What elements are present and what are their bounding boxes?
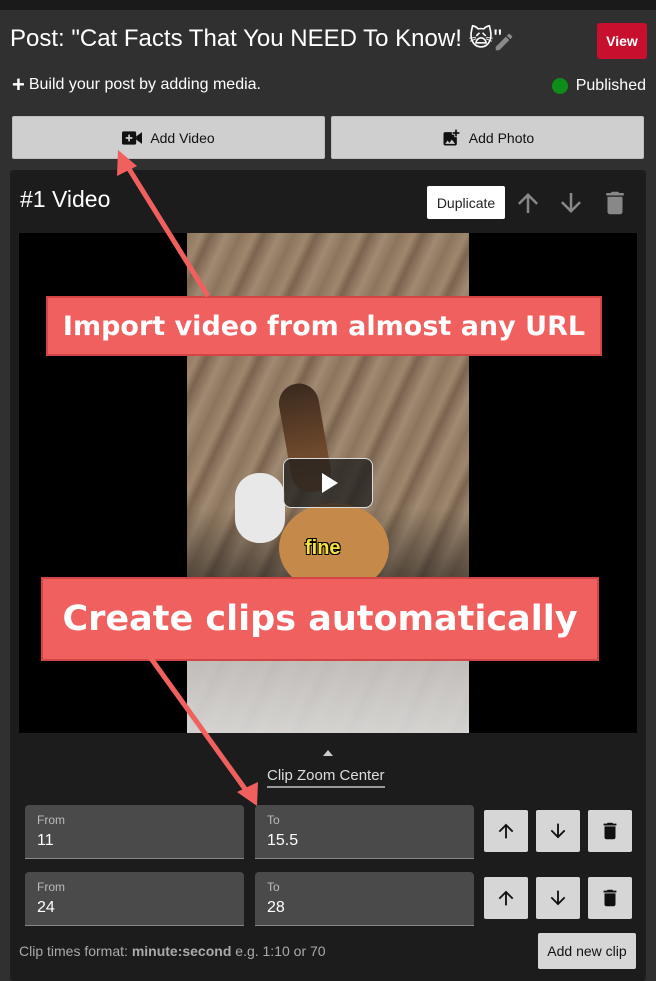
arrow-down-icon	[550, 890, 566, 906]
clip-from-field[interactable]: From 11	[25, 805, 244, 859]
pencil-icon[interactable]	[493, 31, 515, 53]
play-button[interactable]	[283, 458, 373, 508]
trash-icon	[603, 822, 617, 840]
clip-from-value: 24	[37, 899, 55, 916]
callout-import-video: Import video from almost any URL	[46, 296, 602, 356]
clip-to-field[interactable]: To 28	[255, 872, 474, 926]
photo-plus-icon	[443, 129, 460, 145]
clip-delete-button[interactable]	[588, 877, 632, 919]
clip-to-label: To	[267, 813, 280, 827]
format-suffix: e.g. 1:10 or 70	[235, 943, 326, 959]
callout-create-clips: Create clips automatically	[41, 577, 599, 661]
clip-move-down-button[interactable]	[536, 810, 580, 852]
plus-icon: +	[12, 72, 25, 97]
video-shoe	[235, 473, 285, 543]
card-title: #1 Video	[20, 186, 111, 212]
view-button[interactable]: View	[597, 23, 647, 59]
clip-move-up-button[interactable]	[484, 810, 528, 852]
arrow-up-icon	[498, 890, 514, 906]
add-video-button[interactable]: Add Video	[12, 116, 325, 159]
trash-icon	[603, 889, 617, 907]
build-hint: + Build your post by adding media.	[12, 72, 261, 97]
video-plus-icon	[122, 130, 143, 145]
clip-to-value: 28	[267, 899, 285, 916]
duplicate-button[interactable]: Duplicate	[427, 186, 505, 219]
format-bold: minute:second	[131, 943, 232, 959]
clip-to-value: 15.5	[267, 832, 299, 849]
arrow-up-icon[interactable]	[513, 188, 543, 218]
caret-up-icon[interactable]	[323, 750, 333, 756]
format-prefix: Clip times format:	[19, 943, 128, 959]
top-bar	[0, 0, 656, 10]
add-photo-button[interactable]: Add Photo	[331, 116, 644, 159]
status-label: Published	[575, 77, 646, 94]
play-icon	[322, 473, 338, 493]
add-photo-label: Add Photo	[468, 129, 535, 146]
clip-to-label: To	[267, 880, 280, 894]
clip-from-field[interactable]: From 24	[25, 872, 244, 926]
clip-from-label: From	[37, 813, 65, 827]
clip-move-down-button[interactable]	[536, 877, 580, 919]
clip-from-value: 11	[37, 832, 54, 849]
clip-from-label: From	[37, 880, 65, 894]
add-video-label: Add Video	[150, 129, 215, 146]
status-dot	[551, 78, 568, 94]
video-caption: fine	[305, 537, 341, 559]
arrow-down-icon[interactable]	[556, 188, 586, 218]
video-card: #1 Video Duplicate fine Clip Zoom Center…	[10, 170, 646, 981]
clip-zoom-center-link[interactable]: Clip Zoom Center	[267, 767, 385, 788]
clip-delete-button[interactable]	[588, 810, 632, 852]
clip-to-field[interactable]: To 15.5	[255, 805, 474, 859]
add-new-clip-button[interactable]: Add new clip	[538, 933, 636, 969]
publish-status: Published	[551, 77, 646, 95]
post-title: Post: "Cat Facts That You NEED To Know! …	[10, 25, 503, 52]
trash-icon[interactable]	[600, 188, 630, 218]
clip-move-up-button[interactable]	[484, 877, 528, 919]
build-hint-text: Build your post by adding media.	[28, 76, 261, 93]
clip-format-note: Clip times format: minute:second e.g. 1:…	[19, 943, 326, 959]
arrow-down-icon	[550, 823, 566, 839]
arrow-up-icon	[498, 823, 514, 839]
